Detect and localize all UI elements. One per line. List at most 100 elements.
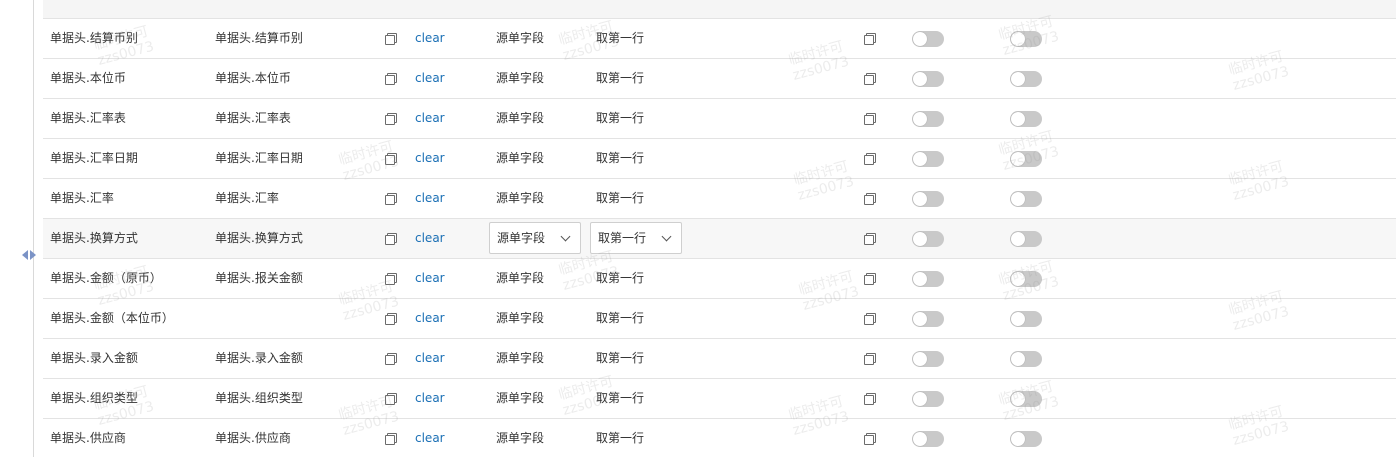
copy-icon[interactable] xyxy=(385,219,397,258)
rule-cell[interactable]: 取第一行 xyxy=(596,179,644,218)
collapse-left-icon[interactable] xyxy=(22,250,28,260)
toggle-switch[interactable] xyxy=(912,259,944,298)
table-row[interactable]: 单据头.金额（原币） 单据头.报关金额 clear 源单字段 取第一行 xyxy=(43,259,1396,299)
copy-icon[interactable] xyxy=(385,139,397,178)
clear-link[interactable]: clear xyxy=(415,419,445,457)
copy-icon[interactable] xyxy=(385,259,397,298)
copy-icon[interactable] xyxy=(864,379,876,418)
clear-link[interactable]: clear xyxy=(415,59,445,98)
source-type-value: 源单字段 xyxy=(497,231,546,245)
table-row[interactable]: 单据头.本位币 单据头.本位币 clear 源单字段 取第一行 xyxy=(43,59,1396,99)
clear-link[interactable]: clear xyxy=(415,139,445,178)
source-field-cell: 单据头.汇率 xyxy=(50,191,114,205)
table-row[interactable]: 单据头.供应商 单据头.供应商 clear 源单字段 取第一行 xyxy=(43,419,1396,457)
rule-cell[interactable]: 取第一行 xyxy=(596,99,644,138)
copy-icon[interactable] xyxy=(864,339,876,378)
source-field-cell: 单据头.结算币别 xyxy=(50,31,138,45)
table-row[interactable]: 单据头.换算方式 单据头.换算方式 clear 源单字段 取第一行 xyxy=(43,219,1396,259)
target-field-cell: 单据头.汇率日期 xyxy=(215,151,303,165)
clear-link[interactable]: clear xyxy=(415,99,445,138)
expand-right-icon[interactable] xyxy=(30,250,36,260)
toggle-switch[interactable] xyxy=(1010,139,1042,178)
clear-link[interactable]: clear xyxy=(415,299,445,338)
copy-icon[interactable] xyxy=(385,59,397,98)
source-type-cell[interactable]: 源单字段 xyxy=(496,259,544,298)
toggle-switch[interactable] xyxy=(912,379,944,418)
toggle-switch[interactable] xyxy=(912,299,944,338)
source-type-cell[interactable]: 源单字段 xyxy=(496,139,544,178)
chevron-down-icon xyxy=(560,231,571,242)
clear-link[interactable]: clear xyxy=(415,19,445,58)
rule-cell[interactable]: 取第一行 xyxy=(596,59,644,98)
rule-select[interactable]: 取第一行 xyxy=(590,222,682,254)
table-row[interactable]: 单据头.汇率表 单据头.汇率表 clear 源单字段 取第一行 xyxy=(43,99,1396,139)
clear-link[interactable]: clear xyxy=(415,219,445,258)
rule-cell[interactable]: 取第一行 xyxy=(596,299,644,338)
copy-icon[interactable] xyxy=(385,179,397,218)
copy-icon[interactable] xyxy=(864,99,876,138)
copy-icon[interactable] xyxy=(864,259,876,298)
table-row[interactable]: 单据头.结算币别 单据头.结算币别 clear 源单字段 取第一行 xyxy=(43,19,1396,59)
toggle-switch[interactable] xyxy=(912,59,944,98)
copy-icon[interactable] xyxy=(864,179,876,218)
rule-cell[interactable]: 取第一行 xyxy=(596,139,644,178)
source-field-cell: 单据头.换算方式 xyxy=(50,231,138,245)
copy-icon[interactable] xyxy=(864,419,876,457)
source-type-cell[interactable]: 源单字段 xyxy=(496,179,544,218)
rule-cell[interactable]: 取第一行 xyxy=(596,259,644,298)
source-field-cell: 单据头.金额（本位币） xyxy=(50,311,174,325)
table-row[interactable]: 单据头.汇率日期 单据头.汇率日期 clear 源单字段 取第一行 xyxy=(43,139,1396,179)
clear-link[interactable]: clear xyxy=(415,179,445,218)
toggle-switch[interactable] xyxy=(912,339,944,378)
copy-icon[interactable] xyxy=(864,19,876,58)
table-row[interactable]: 单据头.组织类型 单据头.组织类型 clear 源单字段 取第一行 xyxy=(43,379,1396,419)
clear-link[interactable]: clear xyxy=(415,259,445,298)
source-type-cell[interactable]: 源单字段 xyxy=(496,379,544,418)
copy-icon[interactable] xyxy=(864,59,876,98)
source-type-cell[interactable]: 源单字段 xyxy=(496,19,544,58)
rule-cell[interactable]: 取第一行 xyxy=(596,19,644,58)
rule-cell[interactable]: 取第一行 xyxy=(596,419,644,457)
clear-link[interactable]: clear xyxy=(415,339,445,378)
source-type-cell[interactable]: 源单字段 xyxy=(496,99,544,138)
rule-cell[interactable]: 取第一行 xyxy=(596,379,644,418)
rule-cell[interactable]: 取第一行 xyxy=(596,339,644,378)
left-rail xyxy=(0,0,33,457)
copy-icon[interactable] xyxy=(385,379,397,418)
toggle-switch[interactable] xyxy=(1010,299,1042,338)
source-type-cell[interactable]: 源单字段 xyxy=(496,419,544,457)
source-type-cell[interactable]: 源单字段 xyxy=(496,59,544,98)
source-type-select[interactable]: 源单字段 xyxy=(489,222,581,254)
toggle-switch[interactable] xyxy=(1010,379,1042,418)
source-type-cell[interactable]: 源单字段 xyxy=(496,299,544,338)
toggle-switch[interactable] xyxy=(1010,419,1042,457)
toggle-switch[interactable] xyxy=(1010,99,1042,138)
source-type-cell[interactable]: 源单字段 xyxy=(496,339,544,378)
toggle-switch[interactable] xyxy=(1010,339,1042,378)
copy-icon[interactable] xyxy=(864,219,876,258)
source-field-cell: 单据头.供应商 xyxy=(50,431,126,445)
chevron-down-icon xyxy=(661,231,672,242)
copy-icon[interactable] xyxy=(385,339,397,378)
copy-icon[interactable] xyxy=(385,299,397,338)
toggle-switch[interactable] xyxy=(1010,219,1042,258)
toggle-switch[interactable] xyxy=(912,139,944,178)
toggle-switch[interactable] xyxy=(912,99,944,138)
table-row[interactable]: 单据头.金额（本位币） clear 源单字段 取第一行 xyxy=(43,299,1396,339)
copy-icon[interactable] xyxy=(385,99,397,138)
toggle-switch[interactable] xyxy=(912,419,944,457)
toggle-switch[interactable] xyxy=(1010,259,1042,298)
table-row[interactable]: 单据头.汇率 单据头.汇率 clear 源单字段 取第一行 xyxy=(43,179,1396,219)
table-row[interactable]: 单据头.录入金额 单据头.录入金额 clear 源单字段 取第一行 xyxy=(43,339,1396,379)
toggle-switch[interactable] xyxy=(912,19,944,58)
copy-icon[interactable] xyxy=(385,19,397,58)
clear-link[interactable]: clear xyxy=(415,379,445,418)
copy-icon[interactable] xyxy=(864,139,876,178)
toggle-switch[interactable] xyxy=(912,179,944,218)
toggle-switch[interactable] xyxy=(1010,179,1042,218)
toggle-switch[interactable] xyxy=(1010,59,1042,98)
copy-icon[interactable] xyxy=(385,419,397,457)
copy-icon[interactable] xyxy=(864,299,876,338)
toggle-switch[interactable] xyxy=(1010,19,1042,58)
toggle-switch[interactable] xyxy=(912,219,944,258)
